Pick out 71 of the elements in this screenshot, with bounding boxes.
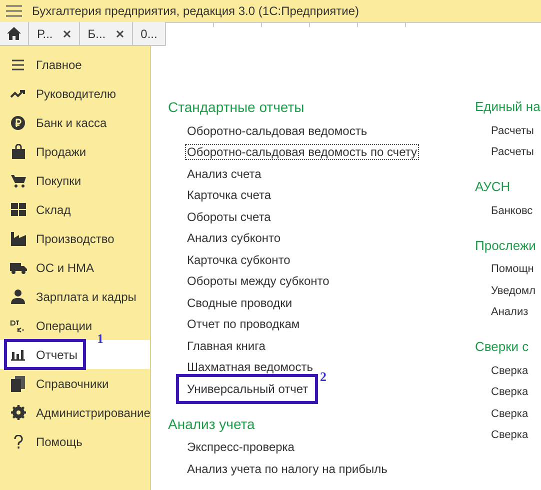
report-link[interactable]: Шахматная ведомость xyxy=(185,359,315,376)
report-link[interactable]: Сверка xyxy=(489,406,530,421)
settings-icon xyxy=(10,405,26,420)
close-icon[interactable] xyxy=(62,30,71,38)
report-link[interactable]: Экспресс-проверка xyxy=(185,439,296,456)
close-icon[interactable] xyxy=(116,30,124,38)
window-title: Бухгалтерия предприятия, редакция 3.0 (1С:Предприятие) xyxy=(32,4,360,18)
section-heading: Прослежи xyxy=(475,236,537,254)
sidebar-item[interactable]: Операции xyxy=(0,311,92,340)
sidebar-item[interactable]: Руководителю xyxy=(0,79,116,108)
sidebar-item[interactable]: Администрирование xyxy=(0,398,150,427)
report-link[interactable]: Анализ счета xyxy=(185,166,264,182)
report-link[interactable]: Анализ учета по налогу на прибыль xyxy=(185,460,390,477)
section-heading: Единый на xyxy=(475,98,540,116)
tab[interactable]: 0... xyxy=(132,22,166,46)
home-icon xyxy=(7,27,21,40)
truck-icon xyxy=(10,262,26,274)
report-link[interactable]: Карточка субконто xyxy=(185,252,292,268)
tab-label[interactable]: Б... xyxy=(88,26,106,40)
section-heading: Стандартные отчеты xyxy=(168,98,306,116)
menu-icon xyxy=(11,58,25,70)
help-icon xyxy=(14,434,22,448)
report-link[interactable]: Карточка счета xyxy=(185,187,274,204)
sidebar-item[interactable]: Продажи xyxy=(0,137,86,166)
report-link[interactable]: Расчеты xyxy=(489,145,536,160)
sidebar-item[interactable]: Главное xyxy=(0,50,82,79)
ruble-coin-icon xyxy=(11,116,25,130)
callout-number: 2 xyxy=(320,370,326,383)
report-link[interactable]: Сводные проводки xyxy=(185,294,294,311)
report-link[interactable]: Универсальный отчет xyxy=(185,380,310,397)
factory-icon xyxy=(10,232,26,246)
menu-icon[interactable] xyxy=(6,5,22,17)
sidebar-item[interactable]: Производство xyxy=(0,224,114,253)
report-link[interactable]: Отчет по проводкам xyxy=(185,316,302,332)
report-link[interactable]: Уведомл xyxy=(489,284,538,298)
tab-label[interactable]: 0... xyxy=(140,26,158,40)
report-link[interactable]: Анализ xyxy=(489,305,530,320)
bag-icon xyxy=(12,144,24,159)
report-link[interactable]: Анализ субконто xyxy=(185,230,283,246)
report-link[interactable]: Сверка xyxy=(489,385,530,400)
sidebar-item[interactable]: Банк и касса xyxy=(0,108,107,137)
sidebar-item[interactable]: ОС и НМА xyxy=(0,253,94,282)
report-link[interactable]: Оборотно-сальдовая ведомость xyxy=(185,122,370,139)
sidebar-item[interactable]: Помощь xyxy=(0,427,82,456)
home-tab[interactable] xyxy=(0,22,29,46)
sidebar-item[interactable]: Покупки xyxy=(0,166,82,195)
section-heading: АУСН xyxy=(475,178,512,196)
section-heading: Анализ учета xyxy=(168,414,256,432)
debit-credit-icon xyxy=(10,318,26,332)
cart-icon xyxy=(10,174,26,188)
report-link[interactable]: Главная книга xyxy=(185,338,268,354)
section-heading: Сверки с xyxy=(475,338,530,356)
report-link[interactable]: Обороты счета xyxy=(185,208,273,225)
report-link[interactable]: Обороты между субконто xyxy=(185,273,332,290)
report-link[interactable]: Оборотно-сальдовая ведомость по счету xyxy=(185,144,419,160)
grid-icon xyxy=(10,203,26,216)
report-link[interactable]: Помощн xyxy=(489,262,536,276)
sidebar-item[interactable]: Зарплата и кадры xyxy=(0,282,136,311)
tab-label[interactable]: Р... xyxy=(37,26,53,40)
report-link[interactable]: Сверка xyxy=(489,428,530,442)
report-link[interactable]: Расчеты xyxy=(489,124,536,138)
person-icon xyxy=(11,289,25,304)
report-link[interactable]: Банковс xyxy=(489,204,535,218)
tab[interactable]: Б... xyxy=(80,22,133,46)
sidebar-item[interactable]: Справочники xyxy=(0,369,109,398)
books-icon xyxy=(11,376,25,392)
trend-icon xyxy=(10,88,26,98)
report-link[interactable]: Сверка xyxy=(489,364,530,378)
tab[interactable]: Р... xyxy=(29,22,80,46)
bar-chart-icon xyxy=(11,348,25,360)
sidebar-item[interactable]: Склад xyxy=(0,195,71,224)
